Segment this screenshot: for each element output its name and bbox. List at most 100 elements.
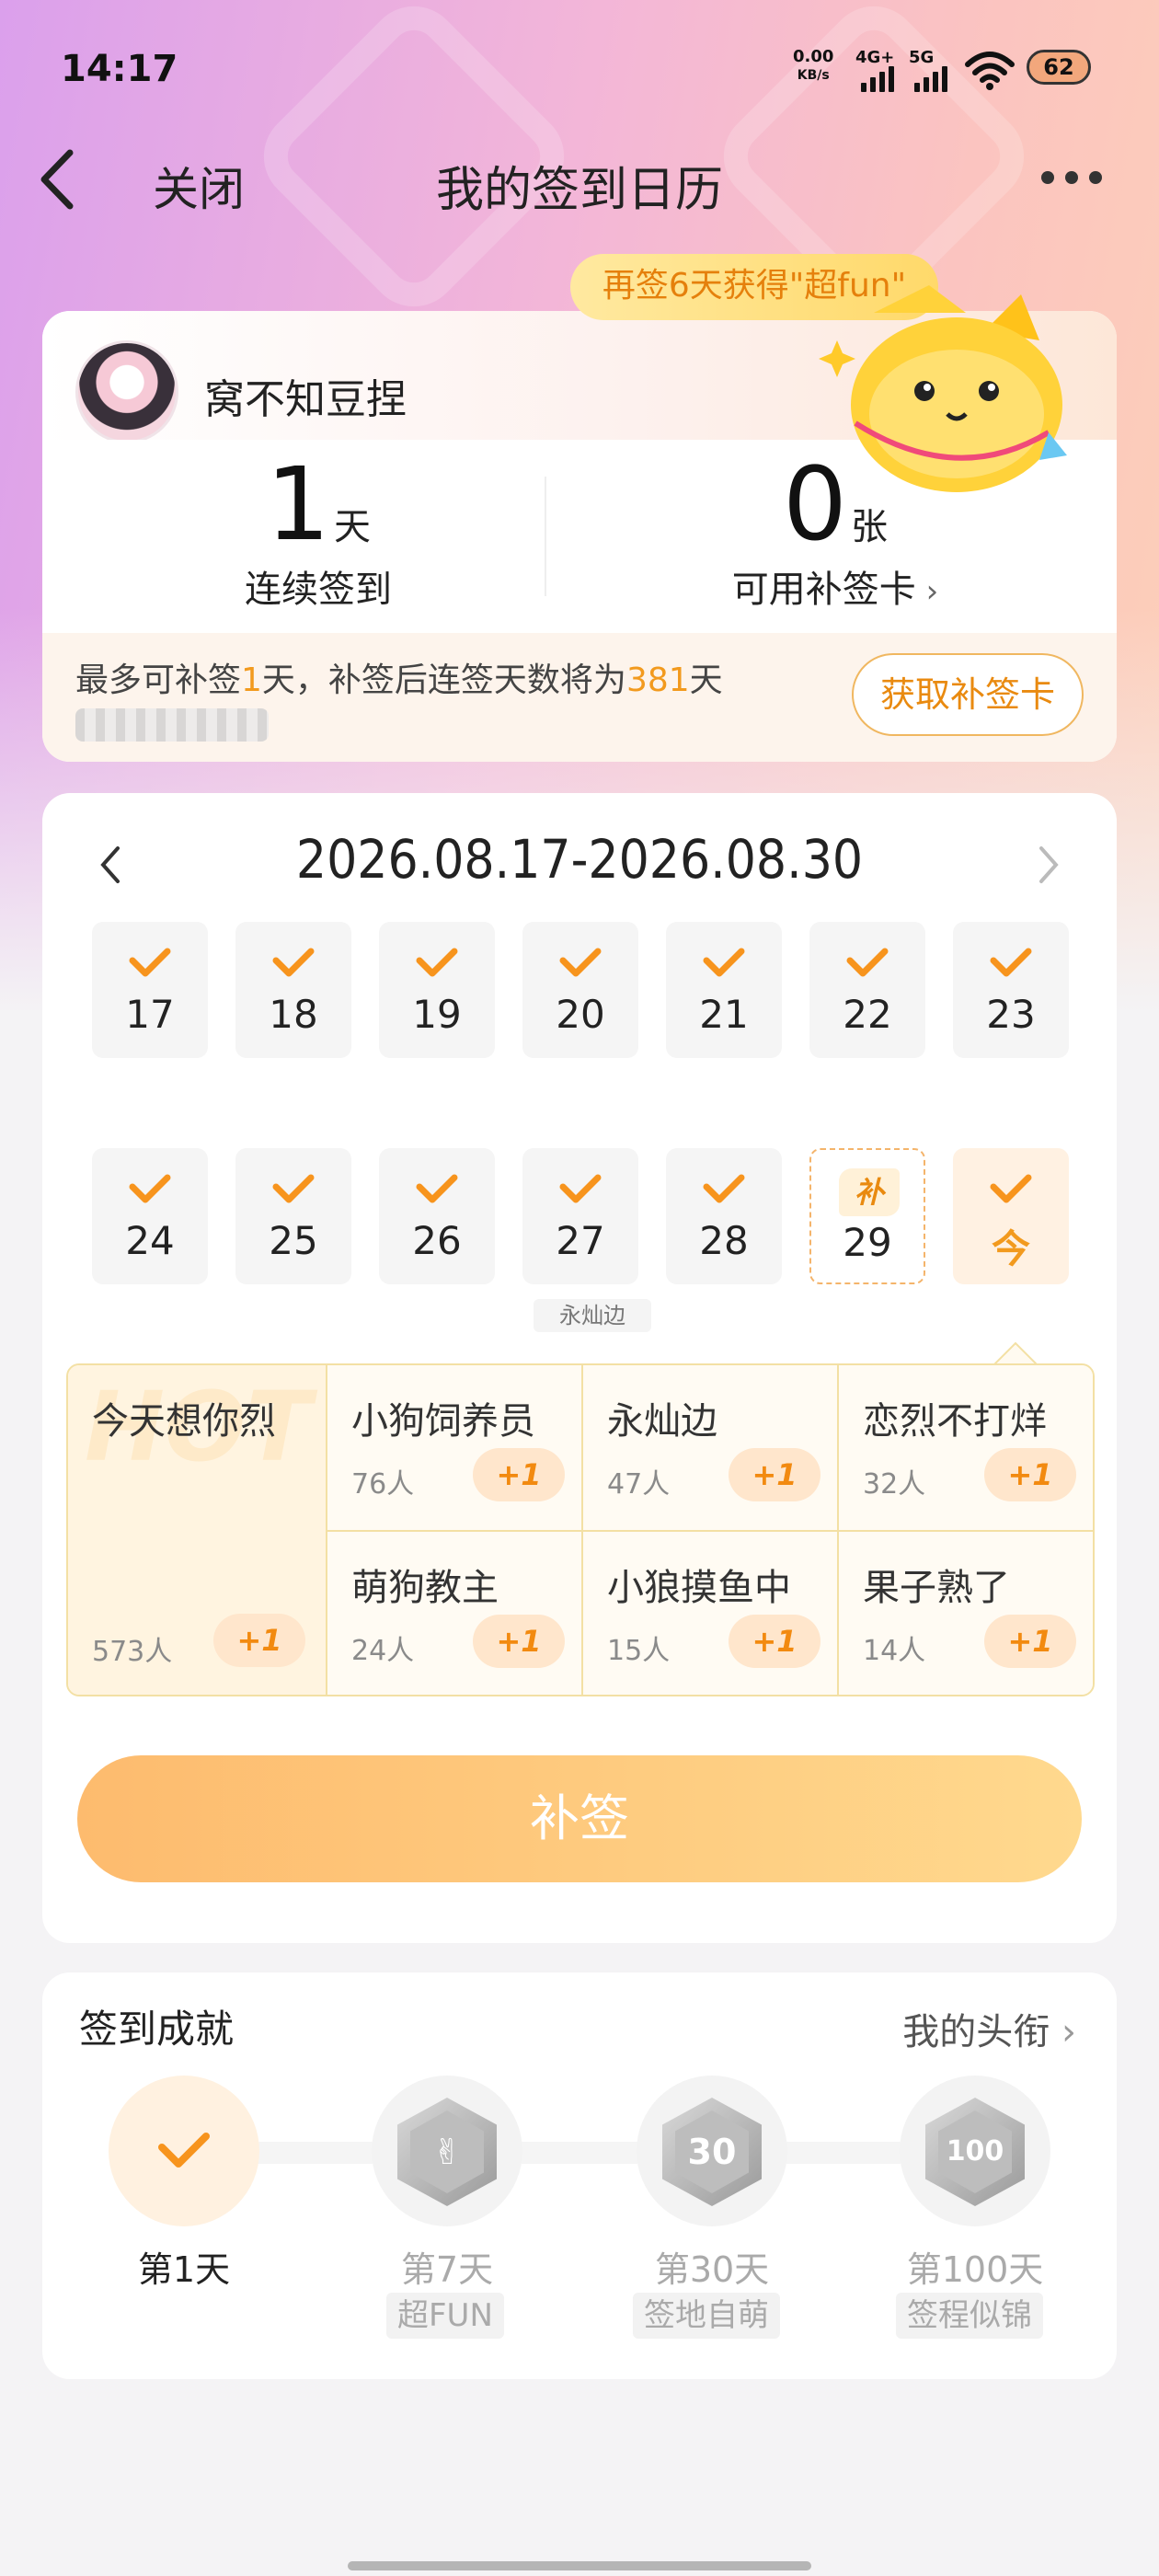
get-makeup-card-button[interactable]: 获取补签卡 [852,653,1084,736]
milestone-day1-medal [109,2076,259,2226]
ranking-name: 果子熟了 [863,1567,1010,1609]
plus-one-button[interactable]: +1 [984,1615,1076,1668]
day-number: 19 [412,992,462,1037]
day-number: 22 [843,992,892,1037]
plus-one-button[interactable]: +1 [213,1614,305,1667]
plus-one-button[interactable]: +1 [729,1448,820,1501]
day-cell[interactable]: 28 [666,1148,782,1284]
day-cell[interactable]: 27 [522,1148,638,1284]
makeup-tag: 补 [839,1168,900,1216]
day-cell[interactable]: 22 [809,922,925,1058]
milestone-badge-100: 100 [938,2110,1012,2193]
ranking-cell[interactable]: 小狼摸鱼中 15人 +1 [583,1532,839,1695]
checkmark-icon [703,948,745,977]
milestone-label: 第7天 [400,2249,494,2290]
chevron-right-icon: › [915,573,939,610]
day-cell[interactable]: 20 [522,922,638,1058]
makeup-note-panel: 最多可补签1天，补签后连签天数将为381天 获取补签卡 [42,633,1117,762]
checkmark-icon [559,1174,602,1203]
day-supporter-label: 永灿边 [534,1299,651,1332]
streak-number: 1 [266,445,330,563]
day-cell[interactable]: 23 [953,922,1069,1058]
battery-indicator: 62 [1027,50,1091,85]
checkmark-icon [990,948,1032,977]
milestone-title-tag: 签地自萌 [633,2293,780,2339]
ranking-count: 76人 [351,1468,415,1501]
achievements-title: 签到成就 [79,2007,235,2052]
day-number: 28 [699,1218,749,1263]
checkmark-icon [990,1174,1032,1203]
checkmark-icon [703,1174,745,1203]
ranking-count: 32人 [863,1468,926,1501]
plus-one-button[interactable]: +1 [984,1448,1076,1501]
date-range: 2026.08.17-2026.08.30 [295,828,864,891]
status-time: 14:17 [61,48,178,90]
day-cell[interactable]: 18 [235,922,351,1058]
ranking-top-cell[interactable]: HOT 今天想你烈 573人 +1 [68,1365,327,1695]
day-number: 20 [556,992,605,1037]
home-indicator[interactable] [348,2561,811,2570]
day-cell[interactable]: 19 [379,922,495,1058]
ranking-name: 恋烈不打烊 [863,1400,1047,1443]
signal-5g-label: 5G [909,48,935,67]
day-cell[interactable]: 25 [235,1148,351,1284]
ranking-cell[interactable]: 恋烈不打烊 32人 +1 [839,1365,1093,1532]
milestone-label: 第1天 [137,2249,231,2290]
ranking-cell[interactable]: 小狗饲养员 76人 +1 [327,1365,583,1532]
day-cell[interactable]: 24 [92,1148,208,1284]
checkmark-icon [129,1174,171,1203]
checkmark-icon [129,948,171,977]
plus-one-button[interactable]: +1 [473,1448,565,1501]
checkmark-icon [416,948,458,977]
checkmark-icon [272,948,315,977]
day-number: 26 [412,1218,462,1263]
milestone-day30-medal: 30 [637,2076,787,2226]
note-text-a: 最多可补签 [75,661,242,699]
signal-5g-icon [914,66,947,92]
milestone-title-tag: 签程似锦 [896,2293,1043,2339]
day-cell[interactable]: 17 [92,922,208,1058]
milestone-label: 第100天 [906,2249,1044,2290]
previous-week-icon[interactable] [98,845,123,885]
ranking-name: 萌狗教主 [351,1567,499,1609]
day-cell[interactable]: 21 [666,922,782,1058]
day-cell[interactable]: 26 [379,1148,495,1284]
ranking-name: 小狼摸鱼中 [607,1567,791,1609]
ranking-count: 573人 [92,1636,173,1668]
checkmark-icon [846,948,889,977]
day-number: 27 [556,1218,605,1263]
makeup-signin-button[interactable]: 补签 [77,1755,1082,1882]
milestone-day100-medal: 100 [900,2076,1050,2226]
rock-hand-icon: ✌ [410,2110,484,2193]
milestone-badge-30: 30 [675,2110,749,2193]
makeup-day-cell[interactable]: 补 29 [809,1148,925,1284]
ranking-count: 15人 [607,1635,671,1667]
ranking-cell[interactable]: 萌狗教主 24人 +1 [327,1532,583,1695]
progress-track [180,2142,981,2164]
ranking-count: 24人 [351,1635,415,1667]
my-titles-link[interactable]: 我的头衔 › [902,2002,1076,2055]
net-speed-unit: KB/s [797,68,830,83]
ranking-name: 今天想你烈 [92,1400,276,1443]
calendar-header: 2026.08.17-2026.08.30 [42,828,1117,902]
plus-one-button[interactable]: +1 [473,1615,565,1668]
ranking-cell[interactable]: 永灿边 47人 +1 [583,1365,839,1532]
username: 窝不知豆捏 [204,376,407,423]
streak-stat: 1天 连续签到 [88,449,548,613]
note-days: 1 [241,661,262,699]
cards-label-row[interactable]: 可用补签卡 › [605,559,1065,613]
avatar[interactable] [75,340,178,443]
day-number: 29 [843,1220,892,1265]
day-number: 21 [699,992,749,1037]
ranking-cell[interactable]: 果子熟了 14人 +1 [839,1532,1093,1695]
plus-one-button[interactable]: +1 [729,1615,820,1668]
note-text-c: 天 [689,661,723,699]
today-cell[interactable]: 今 [953,1148,1069,1284]
achievements-card: 签到成就 我的头衔 › ✌ 30 100 第1天 第7天 第30天 第100天 … [42,1972,1117,2379]
blurred-content [75,708,269,742]
day-number: 17 [125,992,175,1037]
next-week-icon[interactable] [1036,845,1061,885]
today-label: 今 [991,1226,1030,1271]
ranking-grid: HOT 今天想你烈 573人 +1 小狗饲养员 76人 +1 永灿边 47人 +1 恋烈不打… [66,1363,1095,1696]
more-options-icon[interactable] [1041,171,1102,184]
